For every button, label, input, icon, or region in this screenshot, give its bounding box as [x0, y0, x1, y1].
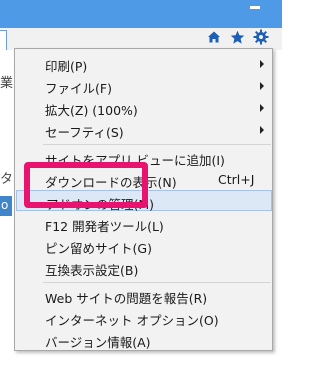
- page-text-fragment: o: [1, 198, 9, 212]
- menu-item-label: 互換表示設定(B): [45, 263, 139, 278]
- menu-item-zoom[interactable]: 拡大(Z) (100%): [16, 97, 272, 118]
- annotation-highlight-box: [24, 162, 148, 208]
- menu-item-about[interactable]: バージョン情報(A): [16, 329, 272, 350]
- menu-item-report-site-problems[interactable]: Web サイトの問題を報告(R): [16, 285, 272, 306]
- menu-item-pinned-sites[interactable]: ピン留めサイト(G): [16, 235, 272, 256]
- menu-item-label: セーフティ(S): [45, 125, 124, 140]
- page-text-fragment: 業: [0, 76, 14, 91]
- submenu-arrow-icon: [260, 60, 264, 68]
- menu-item-f12-devtools[interactable]: F12 開発者ツール(L): [16, 213, 272, 234]
- submenu-arrow-icon: [260, 82, 264, 90]
- submenu-arrow-icon: [260, 126, 264, 134]
- menu-item-compatibility-view[interactable]: 互換表示設定(B): [16, 257, 272, 278]
- menu-separator: [43, 144, 271, 145]
- gear-icon[interactable]: [252, 28, 270, 46]
- menu-item-label: インターネット オプション(O): [45, 313, 219, 328]
- menu-item-safety[interactable]: セーフティ(S): [16, 119, 272, 140]
- star-icon[interactable]: [228, 28, 246, 46]
- menu-item-shortcut: Ctrl+J: [218, 172, 255, 187]
- menu-item-internet-options[interactable]: インターネット オプション(O): [16, 307, 272, 328]
- menu-item-label: ファイル(F): [45, 81, 112, 96]
- minimize-icon[interactable]: [250, 6, 260, 9]
- window-controls: [238, 0, 282, 18]
- home-icon[interactable]: [205, 28, 223, 46]
- menu-item-label: 拡大(Z) (100%): [45, 103, 138, 118]
- menu-item-label: 印刷(P): [45, 59, 88, 74]
- submenu-arrow-icon: [260, 104, 264, 112]
- page-text-fragment: タ: [0, 172, 14, 187]
- address-bar-edge[interactable]: [0, 30, 7, 52]
- menu-item-label: バージョン情報(A): [45, 335, 151, 350]
- menu-item-label: ピン留めサイト(G): [45, 241, 152, 256]
- menu-separator: [43, 282, 271, 283]
- menu-item-label: F12 開発者ツール(L): [45, 219, 164, 234]
- page-link-button[interactable]: o: [0, 196, 12, 216]
- menu-item-label: Web サイトの問題を報告(R): [45, 291, 208, 306]
- menu-item-print[interactable]: 印刷(P): [16, 53, 272, 74]
- menu-item-file[interactable]: ファイル(F): [16, 75, 272, 96]
